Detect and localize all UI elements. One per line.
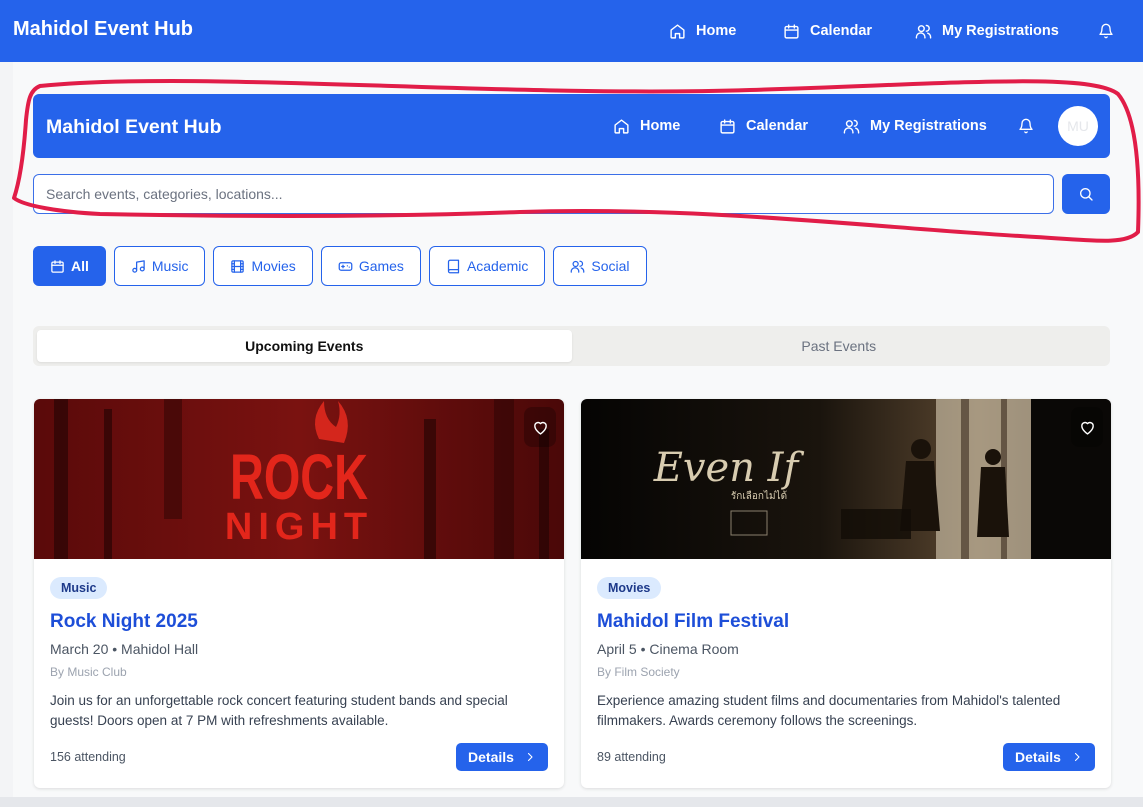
attending-count: 89 attending: [597, 750, 666, 764]
tab-past-events[interactable]: Past Events: [572, 330, 1107, 362]
event-title[interactable]: Rock Night 2025: [50, 611, 198, 633]
book-icon: [447, 259, 460, 273]
event-tabs: Upcoming Events Past Events: [33, 326, 1110, 366]
inner-header: Mahidol Event Hub Home Calendar My Regis…: [33, 94, 1110, 158]
users-icon: [571, 260, 585, 273]
music-icon: [132, 259, 145, 273]
event-poster-image: Even If รักเลือกไม่ได้: [581, 399, 1111, 559]
inner-notifications-button[interactable]: [1018, 94, 1034, 158]
attending-count: 156 attending: [50, 750, 126, 764]
event-description: Experience amazing student films and doc…: [597, 693, 1061, 728]
event-card[interactable]: Even If รักเลือกไม่ได้ Movies Mahidol Fi…: [581, 399, 1111, 788]
notifications-button[interactable]: [1098, 0, 1114, 62]
category-movies[interactable]: Movies: [213, 246, 313, 286]
chevron-right-icon: [1074, 752, 1080, 762]
poster-line1: ROCK: [230, 441, 368, 513]
nav-registrations-label: My Registrations: [942, 23, 1059, 39]
favorite-button[interactable]: [1071, 407, 1103, 447]
poster-subtitle: รักเลือกไม่ได้: [731, 490, 787, 502]
category-label: Movies: [251, 258, 296, 274]
category-badge: Music: [50, 577, 108, 599]
bell-icon: [1099, 23, 1113, 39]
home-icon: [614, 118, 629, 134]
category-label: Social: [591, 258, 630, 274]
search-button[interactable]: [1062, 174, 1110, 214]
category-all[interactable]: All: [33, 246, 106, 286]
category-music[interactable]: Music: [113, 246, 206, 286]
details-label: Details: [1015, 749, 1061, 765]
inner-app-title[interactable]: Mahidol Event Hub: [46, 116, 222, 139]
inner-nav-home-label: Home: [640, 118, 681, 134]
category-label: Academic: [466, 258, 529, 274]
event-title[interactable]: Mahidol Film Festival: [597, 611, 789, 633]
category-academic[interactable]: Academic: [428, 246, 546, 286]
category-label: All: [71, 258, 89, 274]
search-input[interactable]: [33, 174, 1054, 214]
event-date-location: March 20 • Mahidol Hall: [50, 641, 199, 657]
event-organizer: By Music Club: [50, 665, 127, 679]
app-title[interactable]: Mahidol Event Hub: [13, 18, 193, 41]
heart-icon: [1080, 421, 1094, 435]
chevron-right-icon: [527, 752, 533, 762]
user-avatar[interactable]: MU: [1058, 106, 1098, 146]
nav-home-label: Home: [696, 23, 737, 39]
inner-nav-calendar[interactable]: Calendar: [719, 94, 808, 158]
event-card[interactable]: ROCK NIGHT Music Rock Night 2025 March 2…: [34, 399, 564, 788]
calendar-icon: [784, 23, 799, 39]
heart-icon: [533, 421, 547, 435]
inner-nav-calendar-label: Calendar: [746, 118, 809, 134]
app-header: Mahidol Event Hub Home Calendar My Regis…: [0, 0, 1143, 62]
calendar-icon: [51, 259, 64, 273]
category-badge: Movies: [597, 577, 662, 599]
nav-my-registrations[interactable]: My Registrations: [915, 0, 1059, 62]
category-social[interactable]: Social: [553, 246, 647, 286]
event-description: Join us for an unforgettable rock concer…: [50, 693, 508, 728]
event-date-location: April 5 • Cinema Room: [597, 641, 739, 657]
users-icon: [915, 24, 932, 39]
details-label: Details: [468, 749, 514, 765]
search-icon: [1080, 188, 1093, 201]
nav-home[interactable]: Home: [669, 0, 736, 62]
poster-title: Even If: [653, 445, 805, 491]
bottom-divider: [0, 797, 1143, 807]
bell-icon: [1019, 118, 1033, 134]
film-icon: [231, 259, 245, 273]
home-icon: [670, 23, 685, 39]
category-games[interactable]: Games: [320, 246, 421, 286]
users-icon: [843, 119, 860, 134]
poster-line2: NIGHT: [225, 506, 373, 548]
event-organizer: By Film Society: [597, 665, 680, 679]
nav-calendar[interactable]: Calendar: [783, 0, 872, 62]
details-button[interactable]: Details: [456, 743, 548, 771]
category-label: Music: [151, 258, 189, 274]
details-button[interactable]: Details: [1003, 743, 1095, 771]
inner-nav-registrations-label: My Registrations: [870, 118, 987, 134]
category-filters: All Music Movies Games Academic Social: [33, 246, 647, 286]
nav-calendar-label: Calendar: [810, 23, 873, 39]
category-label: Games: [358, 258, 404, 274]
inner-nav-home[interactable]: Home: [613, 94, 680, 158]
favorite-button[interactable]: [524, 407, 556, 447]
gamepad-icon: [338, 261, 353, 271]
event-poster-image: ROCK NIGHT: [34, 399, 564, 559]
calendar-icon: [720, 118, 735, 134]
tab-upcoming-events[interactable]: Upcoming Events: [37, 330, 572, 362]
inner-nav-my-registrations[interactable]: My Registrations: [843, 94, 987, 158]
